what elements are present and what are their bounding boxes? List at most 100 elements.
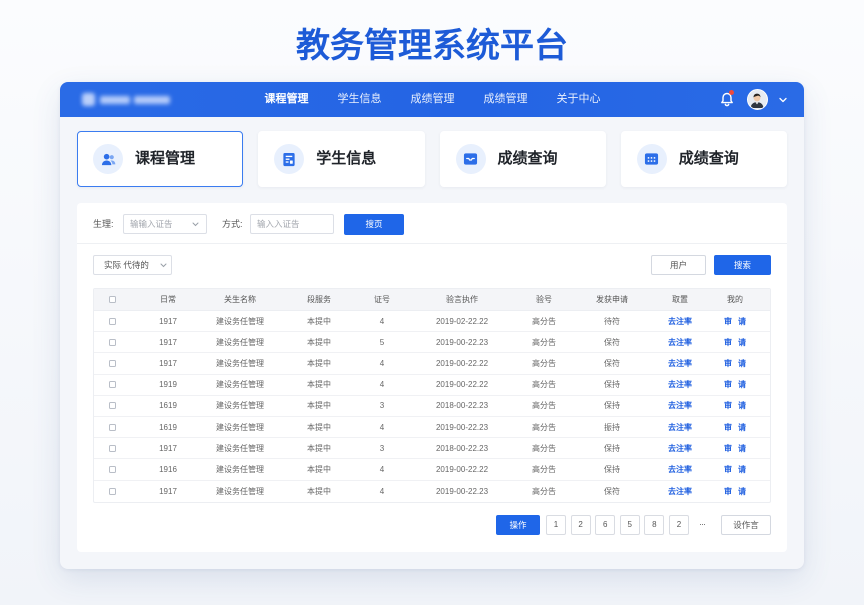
row-checkbox[interactable] bbox=[108, 359, 116, 367]
row-review-link[interactable]: 审 bbox=[724, 379, 732, 390]
nav-item-student-info[interactable]: 学生信息 bbox=[323, 82, 396, 117]
page-button[interactable]: 2 bbox=[570, 515, 591, 535]
inbox-icon bbox=[463, 153, 478, 165]
page-button[interactable]: 6 bbox=[595, 515, 616, 535]
cell-id: 1917 bbox=[159, 316, 177, 326]
card-grade-query[interactable]: 成绩查询 bbox=[439, 131, 606, 187]
row-action-link[interactable]: 去注率 bbox=[668, 316, 692, 327]
nav-item-course-management[interactable]: 课程管理 bbox=[250, 82, 323, 117]
pagination-action-button[interactable]: 操作 bbox=[496, 515, 540, 535]
brand-logo[interactable] bbox=[82, 92, 172, 107]
row-action-link[interactable]: 去注率 bbox=[668, 443, 692, 454]
user-avatar[interactable] bbox=[747, 89, 768, 110]
cell-apply: 振持 bbox=[604, 422, 620, 432]
page-button[interactable]: 1 bbox=[546, 515, 566, 535]
row-checkbox[interactable] bbox=[108, 317, 116, 325]
cell-select bbox=[94, 353, 130, 373]
row-checkbox[interactable] bbox=[108, 423, 116, 431]
row-request-link[interactable]: 请 bbox=[738, 422, 746, 433]
cell-select bbox=[94, 375, 130, 395]
cell-name: 建设务任管理 bbox=[216, 443, 264, 453]
module-cards: 课程管理 学生信息 成绩查询 成绩查询 bbox=[77, 131, 787, 187]
row-request-link[interactable]: 请 bbox=[738, 464, 746, 475]
brand-logo-mark bbox=[82, 93, 95, 106]
card-label: 课程管理 bbox=[135, 150, 196, 167]
row-review-link[interactable]: 审 bbox=[724, 316, 732, 327]
row-checkbox[interactable] bbox=[108, 487, 116, 495]
main-nav: 课程管理 学生信息 成绩管理 成绩管理 关于中心 bbox=[250, 82, 615, 117]
field-label: 生理: bbox=[93, 219, 114, 229]
chevron-down-icon[interactable] bbox=[779, 97, 787, 103]
row-action-link[interactable]: 去注率 bbox=[668, 337, 692, 348]
cell-time: 2019-00-22.23 bbox=[435, 337, 489, 347]
row-action-link[interactable]: 去注率 bbox=[668, 358, 692, 369]
select-all-checkbox[interactable] bbox=[108, 296, 116, 303]
card-grade-query-2[interactable]: 成绩查询 bbox=[620, 131, 787, 187]
field-select-placeholder: 输输入证告 bbox=[130, 219, 173, 229]
card-label: 学生信息 bbox=[316, 150, 377, 167]
row-request-link[interactable]: 请 bbox=[738, 379, 746, 390]
row-request-link[interactable]: 请 bbox=[738, 400, 746, 411]
pagination-settings-button[interactable]: 设作言 bbox=[721, 515, 771, 535]
page-button[interactable]: 2 bbox=[668, 515, 689, 535]
cell-cert-no: 3 bbox=[379, 443, 385, 453]
cell-links: 审请 bbox=[700, 375, 770, 395]
row-checkbox[interactable] bbox=[108, 402, 116, 410]
chevron-down-icon bbox=[192, 222, 199, 227]
row-review-link[interactable]: 审 bbox=[724, 422, 732, 433]
row-action-link[interactable]: 去注率 bbox=[668, 400, 692, 411]
row-checkbox[interactable] bbox=[108, 338, 116, 346]
cell-cert-no: 4 bbox=[379, 464, 385, 474]
card-course-management[interactable]: 课程管理 bbox=[77, 131, 244, 187]
view-dropdown[interactable]: 实际 代待的 bbox=[93, 255, 172, 275]
row-action-link[interactable]: 去注率 bbox=[668, 464, 692, 475]
row-action-link[interactable]: 去注率 bbox=[668, 379, 692, 390]
row-request-link[interactable]: 请 bbox=[738, 316, 746, 327]
cell-name: 建设务任管理 bbox=[216, 401, 264, 411]
row-review-link[interactable]: 审 bbox=[724, 443, 732, 454]
cell-apply: 保持 bbox=[604, 380, 620, 390]
filter-search-button[interactable]: 搜页 bbox=[344, 214, 404, 235]
search-button[interactable]: 搜索 bbox=[714, 255, 771, 275]
nav-item-about-center[interactable]: 关于中心 bbox=[542, 82, 615, 117]
row-action-link[interactable]: 去注率 bbox=[668, 422, 692, 433]
page-button[interactable]: 8 bbox=[644, 515, 665, 535]
row-request-link[interactable]: 请 bbox=[738, 443, 746, 454]
row-checkbox[interactable] bbox=[108, 465, 116, 473]
field-select[interactable]: 输输入证告 bbox=[123, 214, 207, 234]
card-student-info[interactable]: 学生信息 bbox=[258, 131, 425, 187]
row-review-link[interactable]: 审 bbox=[724, 400, 732, 411]
cell-apply: 保持 bbox=[604, 464, 620, 474]
header-cell: 段服务 bbox=[307, 295, 331, 304]
row-checkbox[interactable] bbox=[108, 381, 116, 389]
cell-name: 建设务任管理 bbox=[216, 358, 264, 368]
row-request-link[interactable]: 请 bbox=[738, 358, 746, 369]
card-icon-badge bbox=[274, 144, 305, 174]
page-button[interactable]: 5 bbox=[619, 515, 640, 535]
method-input[interactable] bbox=[250, 214, 334, 234]
row-request-link[interactable]: 请 bbox=[738, 486, 746, 497]
cell-time: 2018-00-22.23 bbox=[435, 443, 489, 453]
row-request-link[interactable]: 请 bbox=[738, 337, 746, 348]
cell-select bbox=[94, 311, 130, 331]
nav-item-grade-management[interactable]: 成绩管理 bbox=[396, 82, 469, 117]
cell-id: 1917 bbox=[159, 337, 177, 347]
nav-item-grade-management-2[interactable]: 成绩管理 bbox=[469, 82, 542, 117]
user-button[interactable]: 用户 bbox=[651, 255, 706, 275]
cell-code: 高分告 bbox=[532, 401, 556, 411]
header-cell: 我的 bbox=[727, 295, 743, 304]
row-action-link[interactable]: 去注率 bbox=[668, 486, 692, 497]
cell-action: 去注率 bbox=[660, 396, 700, 416]
row-review-link[interactable]: 审 bbox=[724, 464, 732, 475]
row-review-link[interactable]: 审 bbox=[724, 486, 732, 497]
users-icon bbox=[101, 153, 115, 165]
row-review-link[interactable]: 审 bbox=[724, 358, 732, 369]
row-checkbox[interactable] bbox=[108, 444, 116, 452]
card-icon-badge bbox=[93, 144, 123, 174]
table-row: 1919 建设务任管理 本提中 4 2019-00-22.22 高分告 保持 去注率审请 bbox=[94, 375, 770, 396]
pagination-ellipsis[interactable]: ··· bbox=[692, 515, 712, 535]
cell-cert-no: 4 bbox=[379, 486, 385, 496]
top-navbar: 课程管理 学生信息 成绩管理 成绩管理 关于中心 bbox=[60, 82, 804, 117]
row-review-link[interactable]: 审 bbox=[724, 337, 732, 348]
brand-name-blurred bbox=[100, 96, 130, 104]
